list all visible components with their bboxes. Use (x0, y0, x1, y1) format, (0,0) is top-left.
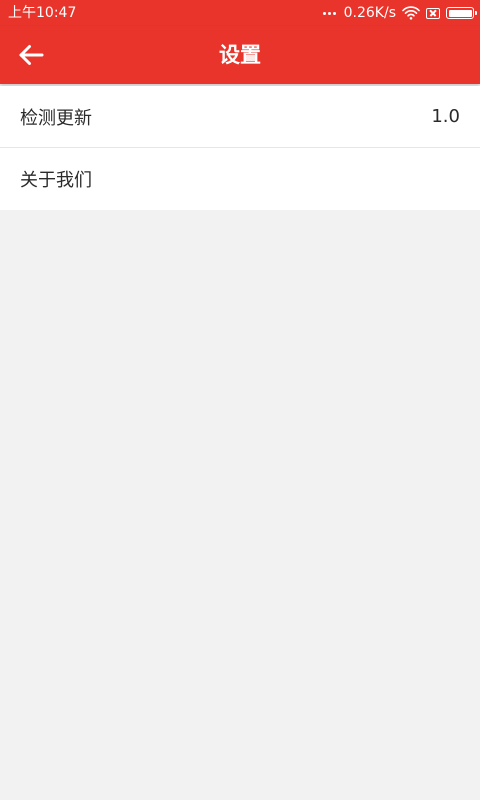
settings-list: 检测更新 1.0 关于我们 (0, 86, 480, 210)
status-bar: 上午10:47 0.26K/s (0, 0, 480, 26)
network-speed: 0.26K/s (343, 5, 396, 21)
wifi-icon (402, 6, 420, 20)
about-us-label: 关于我们 (20, 170, 92, 191)
back-button[interactable] (8, 32, 54, 78)
about-us-item[interactable]: 关于我们 (0, 148, 480, 210)
app-bar: 设置 (0, 26, 480, 84)
battery-level-fill (448, 9, 472, 17)
page-title: 设置 (219, 43, 261, 67)
check-update-label: 检测更新 (20, 107, 92, 129)
no-sim-icon (426, 7, 440, 19)
battery-icon (446, 7, 477, 19)
more-dots-icon (322, 11, 336, 15)
check-update-item[interactable]: 检测更新 1.0 (0, 86, 480, 148)
arrow-left-icon (18, 44, 44, 66)
status-icons: 0.26K/s (322, 3, 477, 23)
status-time: 上午10:47 (8, 5, 77, 21)
version-value: 1.0 (431, 106, 460, 127)
settings-screen: 上午10:47 0.26K/s 设置 检测更新 1.0 关于我们 (0, 0, 480, 800)
